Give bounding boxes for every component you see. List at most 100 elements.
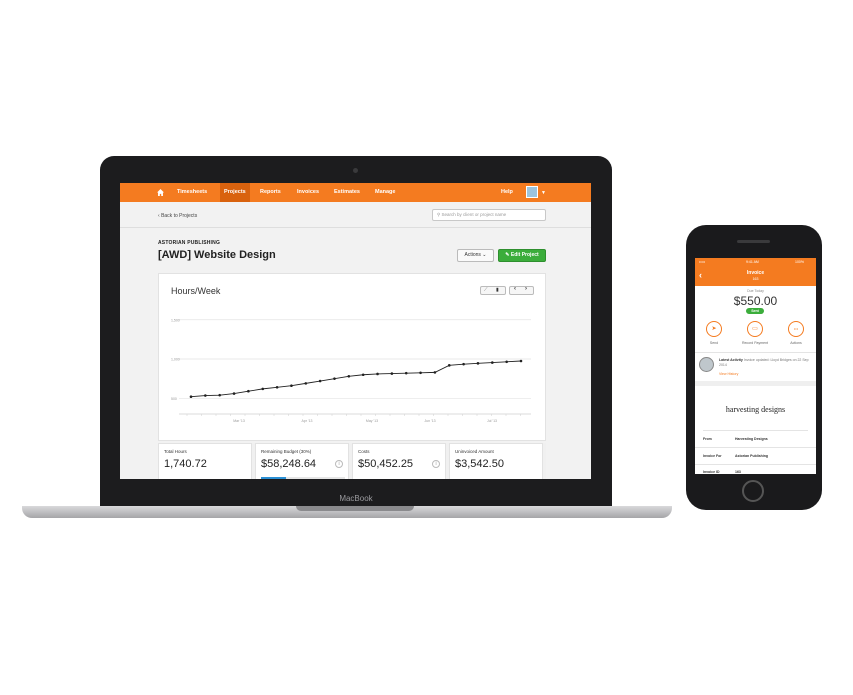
due-label: Due Today [747,289,764,293]
data-point [519,359,523,363]
phone-speaker [737,240,770,243]
status-time: 9:41 AM [746,260,759,264]
invoice-number: 163 [752,277,759,281]
back-link-label: Back to Projects [161,213,198,219]
more-icon: ••• [793,326,799,331]
data-point [462,362,465,366]
stat-remaining-budget: Remaining Budget (30%) $58,248.64 i [255,443,349,479]
budget-progress [261,477,345,479]
record-payment-button[interactable]: ▭ [747,321,763,337]
x-tick-label: Apr '13 [302,419,313,423]
actions-label: Actions [464,252,481,258]
row-value: Harvesting Designs [735,437,768,441]
camera [353,168,358,173]
stat-value: $58,248.64 [261,458,317,470]
record-payment-label: Record Payment [741,341,769,345]
nav-reports[interactable]: Reports [260,183,281,202]
page-title: [AWD] Website Design [158,249,276,261]
data-point [189,395,193,399]
data-point [247,389,250,393]
data-point [218,393,221,397]
stat-label: Costs [358,449,370,454]
x-tick-label: May '13 [366,419,378,423]
data-point [290,384,293,388]
divider [695,352,816,353]
row-value: 163 [735,470,741,474]
data-point [333,377,336,380]
x-tick-label: Jun '13 [424,419,435,423]
stat-label: Total Hours [164,449,187,454]
phone-header: ‹ Invoice 163 [695,266,816,286]
stat-costs: Costs $50,452.25 i [352,443,446,479]
divider [695,464,816,465]
x-tick-label: Jul '13 [487,419,497,423]
row-label: From [703,437,712,441]
status-badge: Sent [746,308,764,314]
chevron-down-icon: ⌄ [482,252,487,258]
chevron-down-icon[interactable]: ▼ [541,190,546,196]
data-point [261,387,265,391]
section-gap [695,381,816,386]
data-point [275,386,279,389]
nav-help[interactable]: Help [501,183,513,202]
info-icon[interactable]: i [432,460,440,468]
data-point [404,371,408,375]
chart-card: Hours/Week ⟋ ▮ ‹ › 1,500 1,000 500 Mar '13 A… [158,273,546,441]
data-point [318,379,322,383]
stat-uninvoiced: Uninvoiced Amount $3,542.50 [449,443,543,479]
data-point [419,371,422,375]
data-point [491,361,494,364]
edit-label: Edit Project [510,252,539,258]
series-line [190,360,522,398]
view-history-link[interactable]: View History [719,372,738,376]
send-label: Send [709,341,719,345]
divider [703,430,808,431]
data-point [376,372,379,376]
actions-button[interactable]: Actions ⌄ [457,249,494,262]
nav-manage[interactable]: Manage [375,183,395,202]
data-point [232,392,236,395]
laptop-screen: Timesheets Projects Reports Invoices Est… [120,183,591,479]
stat-value: $3,542.50 [455,458,504,470]
stat-label: Uninvoiced Amount [455,449,494,454]
nav-timesheets[interactable]: Timesheets [177,183,207,202]
nav-invoices[interactable]: Invoices [297,183,319,202]
edit-project-button[interactable]: ✎ Edit Project [498,249,546,262]
home-button[interactable] [742,480,764,502]
y-tick-label: 1,000 [171,358,180,362]
stat-value: 1,740.72 [164,458,207,470]
battery-level: 100% [795,260,804,264]
latest-activity: Latest Activity Invoice updated: Lloyd B… [719,358,811,368]
latest-activity-title: Latest Activity [719,358,743,362]
actions-button-mobile[interactable]: ••• [788,321,804,337]
data-point [347,375,351,378]
company-name: harvesting designs [725,405,786,414]
y-tick-label: 1,500 [171,318,180,322]
pencil-icon: ✎ [505,252,510,258]
stat-value: $50,452.25 [358,458,414,470]
data-point [476,362,480,365]
row-label: Invoice ID [703,470,720,474]
record-payment-icon: ▭ [752,326,758,332]
phone-title: Invoice [746,270,765,276]
data-point [204,394,207,397]
search-placeholder: Search by client or project name [441,212,507,217]
stat-total-hours: Total Hours 1,740.72 [158,443,252,479]
top-nav: Timesheets Projects Reports Invoices Est… [120,183,591,202]
avatar [699,357,714,372]
nav-projects[interactable]: Projects [220,183,250,202]
y-tick-label: 500 [171,397,177,401]
row-label: Invoice For [703,454,722,458]
data-point [447,364,451,367]
send-button[interactable]: ➤ [706,321,722,337]
data-point [433,371,437,374]
user-avatar[interactable] [526,186,538,198]
info-icon[interactable]: i [335,460,343,468]
nav-estimates[interactable]: Estimates [334,183,360,202]
invoice-amount: $550.00 [733,294,778,308]
data-point [390,372,394,375]
phone-screen: ••••• 9:41 AM 100% ‹ Invoice 163 Due Tod… [695,258,816,474]
search-input[interactable]: ⚲ Search by client or project name [432,209,546,221]
home-icon[interactable] [157,189,164,196]
back-to-projects-link[interactable]: ‹ Back to Projects [158,213,197,219]
